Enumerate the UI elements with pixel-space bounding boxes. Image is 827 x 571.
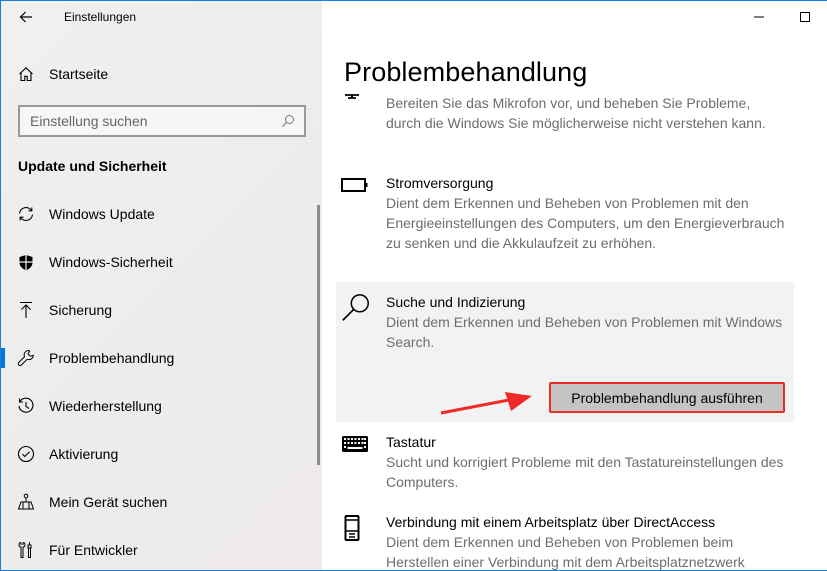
keyboard-icon xyxy=(336,432,372,492)
sidebar-item-mein-geraet-suchen[interactable]: Mein Gerät suchen xyxy=(1,478,316,526)
backup-upload-icon xyxy=(17,301,35,319)
troubleshooter-description: Dient dem Erkennen und Beheben von Probl… xyxy=(386,195,785,251)
sidebar-item-label: Wiederherstellung xyxy=(49,398,162,414)
home-icon xyxy=(17,65,35,83)
sidebar-item-label: Windows Update xyxy=(49,206,155,222)
sidebar-item-problembehandlung[interactable]: Problembehandlung xyxy=(1,334,316,382)
maximize-icon xyxy=(800,12,810,22)
sidebar-item-aktivierung[interactable]: Aktivierung xyxy=(1,430,316,478)
troubleshooter-description: Dient dem Erkennen und Beheben von Probl… xyxy=(386,534,745,570)
battery-icon xyxy=(336,173,372,253)
history-icon xyxy=(17,397,35,415)
active-indicator xyxy=(1,348,5,368)
settings-search-box[interactable] xyxy=(18,105,306,137)
annotation-arrow xyxy=(440,392,532,415)
troubleshooter-directaccess[interactable]: Verbindung mit einem Arbeitsplatz über D… xyxy=(336,512,794,571)
troubleshooter-description: Dient dem Erkennen und Beheben von Probl… xyxy=(386,314,783,350)
back-arrow-icon xyxy=(19,11,32,23)
shield-icon xyxy=(17,253,35,271)
phone-device-icon xyxy=(336,512,372,571)
search-magnifier-icon xyxy=(336,292,372,422)
sidebar-item-wiederherstellung[interactable]: Wiederherstellung xyxy=(1,382,316,430)
section-title: Update und Sicherheit xyxy=(18,158,167,174)
microphone-icon xyxy=(336,93,372,133)
search-icon[interactable] xyxy=(276,109,300,133)
sidebar-item-windows-update[interactable]: Windows Update xyxy=(1,190,316,238)
sidebar-scrollbar[interactable] xyxy=(317,205,320,465)
troubleshooter-name: Verbindung mit einem Arbeitsplatz über D… xyxy=(386,514,716,530)
home-label: Startseite xyxy=(49,66,109,82)
troubleshooter-microphone[interactable]: Bereiten Sie das Mikrofon vor, und beheb… xyxy=(336,93,794,133)
troubleshooter-name: Stromversorgung xyxy=(386,175,494,191)
settings-search-input[interactable] xyxy=(30,113,276,129)
wrench-icon xyxy=(17,349,35,367)
minimize-button[interactable] xyxy=(736,1,782,33)
sidebar-item-windows-sicherheit[interactable]: Windows-Sicherheit xyxy=(1,238,316,286)
window-controls xyxy=(736,1,827,35)
sidebar-nav: Windows Update Windows-Sicherheit Sicher… xyxy=(1,190,316,571)
sidebar-item-label: Mein Gerät suchen xyxy=(49,494,168,510)
troubleshooter-tastatur[interactable]: Tastatur Sucht und korrigiert Probleme m… xyxy=(336,432,794,492)
sidebar-item-label: Sicherung xyxy=(49,302,113,318)
minimize-icon xyxy=(754,16,764,18)
troubleshooter-name: Suche und Indizierung xyxy=(386,294,526,310)
run-troubleshooter-button[interactable]: Problembehandlung ausführen xyxy=(549,382,785,413)
page-title: Problembehandlung xyxy=(344,57,588,87)
sidebar: Einstellungen Startseite Update und Sich… xyxy=(1,1,322,570)
find-device-icon xyxy=(17,493,35,511)
troubleshooter-stromversorgung[interactable]: Stromversorgung Dient dem Erkennen und B… xyxy=(336,173,794,253)
app-title: Einstellungen xyxy=(64,10,137,24)
sidebar-item-label: Problembehandlung xyxy=(49,350,175,366)
check-circle-icon xyxy=(17,445,35,463)
sidebar-item-sicherung[interactable]: Sicherung xyxy=(1,286,316,334)
sidebar-home-link[interactable]: Startseite xyxy=(17,61,108,87)
troubleshooter-description: Bereiten Sie das Mikrofon vor, und beheb… xyxy=(386,95,766,131)
sidebar-item-label: Aktivierung xyxy=(49,446,119,462)
troubleshooter-name: Tastatur xyxy=(386,434,436,450)
main-content: Problembehandlung Bereiten Sie das Mikro… xyxy=(322,1,827,570)
settings-window: Einstellungen Startseite Update und Sich… xyxy=(0,0,827,571)
title-bar: Einstellungen xyxy=(1,1,322,35)
sidebar-item-label: Für Entwickler xyxy=(49,542,138,558)
sidebar-item-fuer-entwickler[interactable]: Für Entwickler xyxy=(1,526,316,571)
refresh-icon xyxy=(17,205,35,223)
developer-tools-icon xyxy=(17,541,35,559)
troubleshooter-description: Sucht und korrigiert Probleme mit den Ta… xyxy=(386,454,784,490)
back-button[interactable] xyxy=(15,7,37,27)
sidebar-item-label: Windows-Sicherheit xyxy=(49,254,173,270)
maximize-button[interactable] xyxy=(782,1,827,33)
